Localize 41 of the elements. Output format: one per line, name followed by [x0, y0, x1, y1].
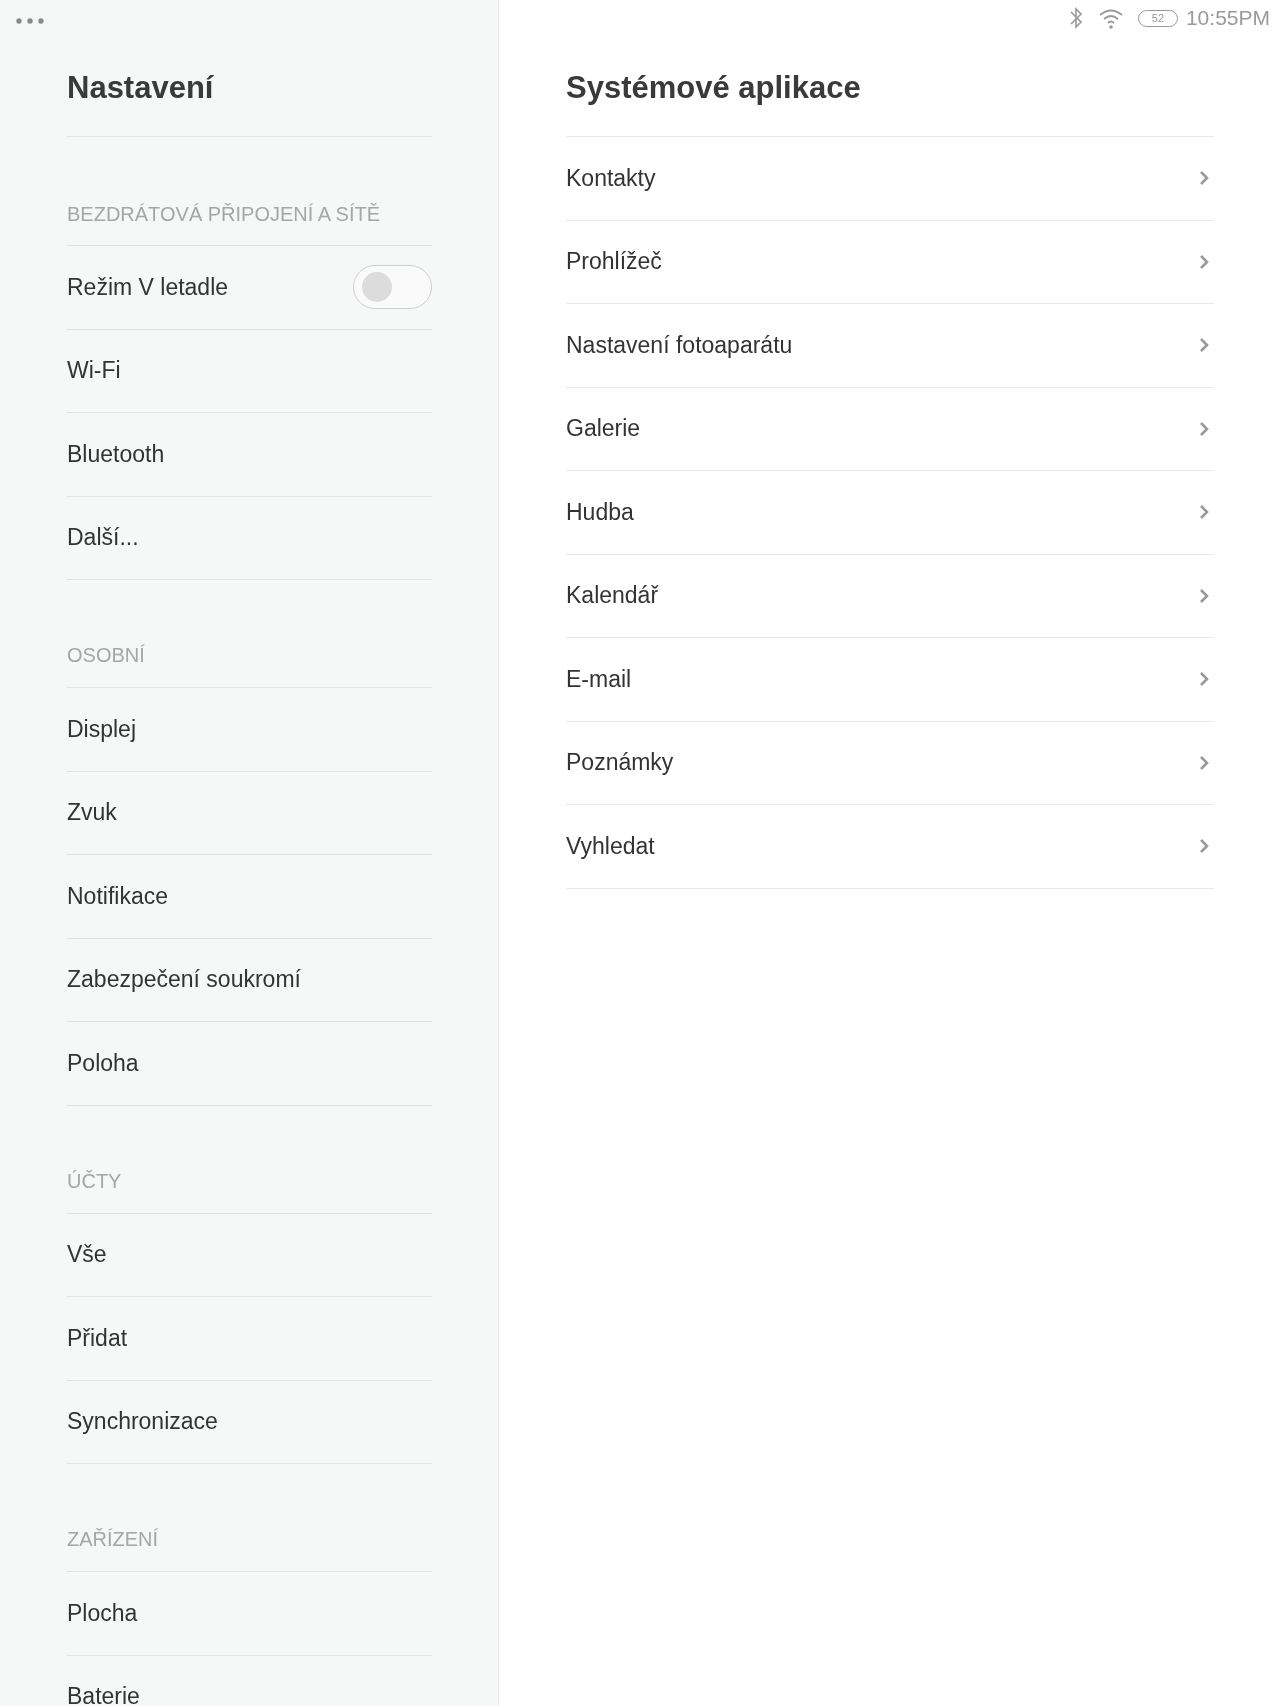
settings-item[interactable]: Poloha: [67, 1049, 139, 1077]
app-item[interactable]: Galerie: [566, 415, 641, 443]
settings-item[interactable]: Notifikace: [67, 882, 168, 910]
app-item[interactable]: Hudba: [566, 498, 634, 526]
settings-item[interactable]: Režim V letadle: [67, 273, 229, 301]
settings-item[interactable]: Synchronizace: [67, 1408, 218, 1436]
section-header: ÚČTY: [67, 1105, 432, 1214]
chevron-right-icon: [1199, 337, 1210, 354]
toggle-switch[interactable]: [353, 265, 432, 310]
settings-item[interactable]: Vše: [67, 1241, 107, 1269]
bluetooth-icon: [1067, 6, 1084, 30]
settings-item[interactable]: Plocha: [67, 1599, 138, 1627]
chevron-right-icon: [1199, 754, 1210, 771]
chevron-right-icon: [1199, 587, 1210, 604]
app-item[interactable]: Kontakty: [566, 164, 656, 192]
page-title: Nastavení: [67, 0, 432, 137]
chevron-right-icon: [1199, 671, 1210, 688]
section-header: ZAŘÍZENÍ: [67, 1464, 432, 1572]
settings-item[interactable]: Displej: [67, 715, 137, 743]
status-time: 10:55PM: [1185, 6, 1270, 30]
app-item[interactable]: Vyhledat: [566, 832, 655, 860]
settings-item[interactable]: Zabezpečení soukromí: [67, 966, 301, 994]
settings-item[interactable]: Přidat: [67, 1324, 128, 1352]
section-header: OSOBNÍ: [67, 580, 432, 688]
settings-item[interactable]: Wi-Fi: [67, 357, 121, 385]
chevron-right-icon: [1199, 170, 1210, 187]
settings-item[interactable]: Další...: [67, 524, 139, 552]
settings-item[interactable]: Bluetooth: [67, 440, 165, 468]
chevron-right-icon: [1199, 838, 1210, 855]
settings-item[interactable]: Baterie: [67, 1683, 140, 1706]
chevron-right-icon: [1199, 253, 1210, 270]
section-header: BEZDRÁTOVÁ PŘIPOJENÍ A SÍTĚ: [67, 137, 432, 246]
app-item[interactable]: Poznámky: [566, 749, 674, 777]
chevron-right-icon: [1199, 420, 1210, 437]
app-item[interactable]: E-mail: [566, 665, 632, 693]
more-icon[interactable]: [15, 17, 45, 25]
chevron-right-icon: [1199, 504, 1210, 521]
app-item[interactable]: Kalendář: [566, 582, 659, 610]
app-item[interactable]: Prohlížeč: [566, 248, 662, 276]
app-item[interactable]: Nastavení fotoaparátu: [566, 331, 793, 359]
settings-item[interactable]: Zvuk: [67, 799, 117, 827]
